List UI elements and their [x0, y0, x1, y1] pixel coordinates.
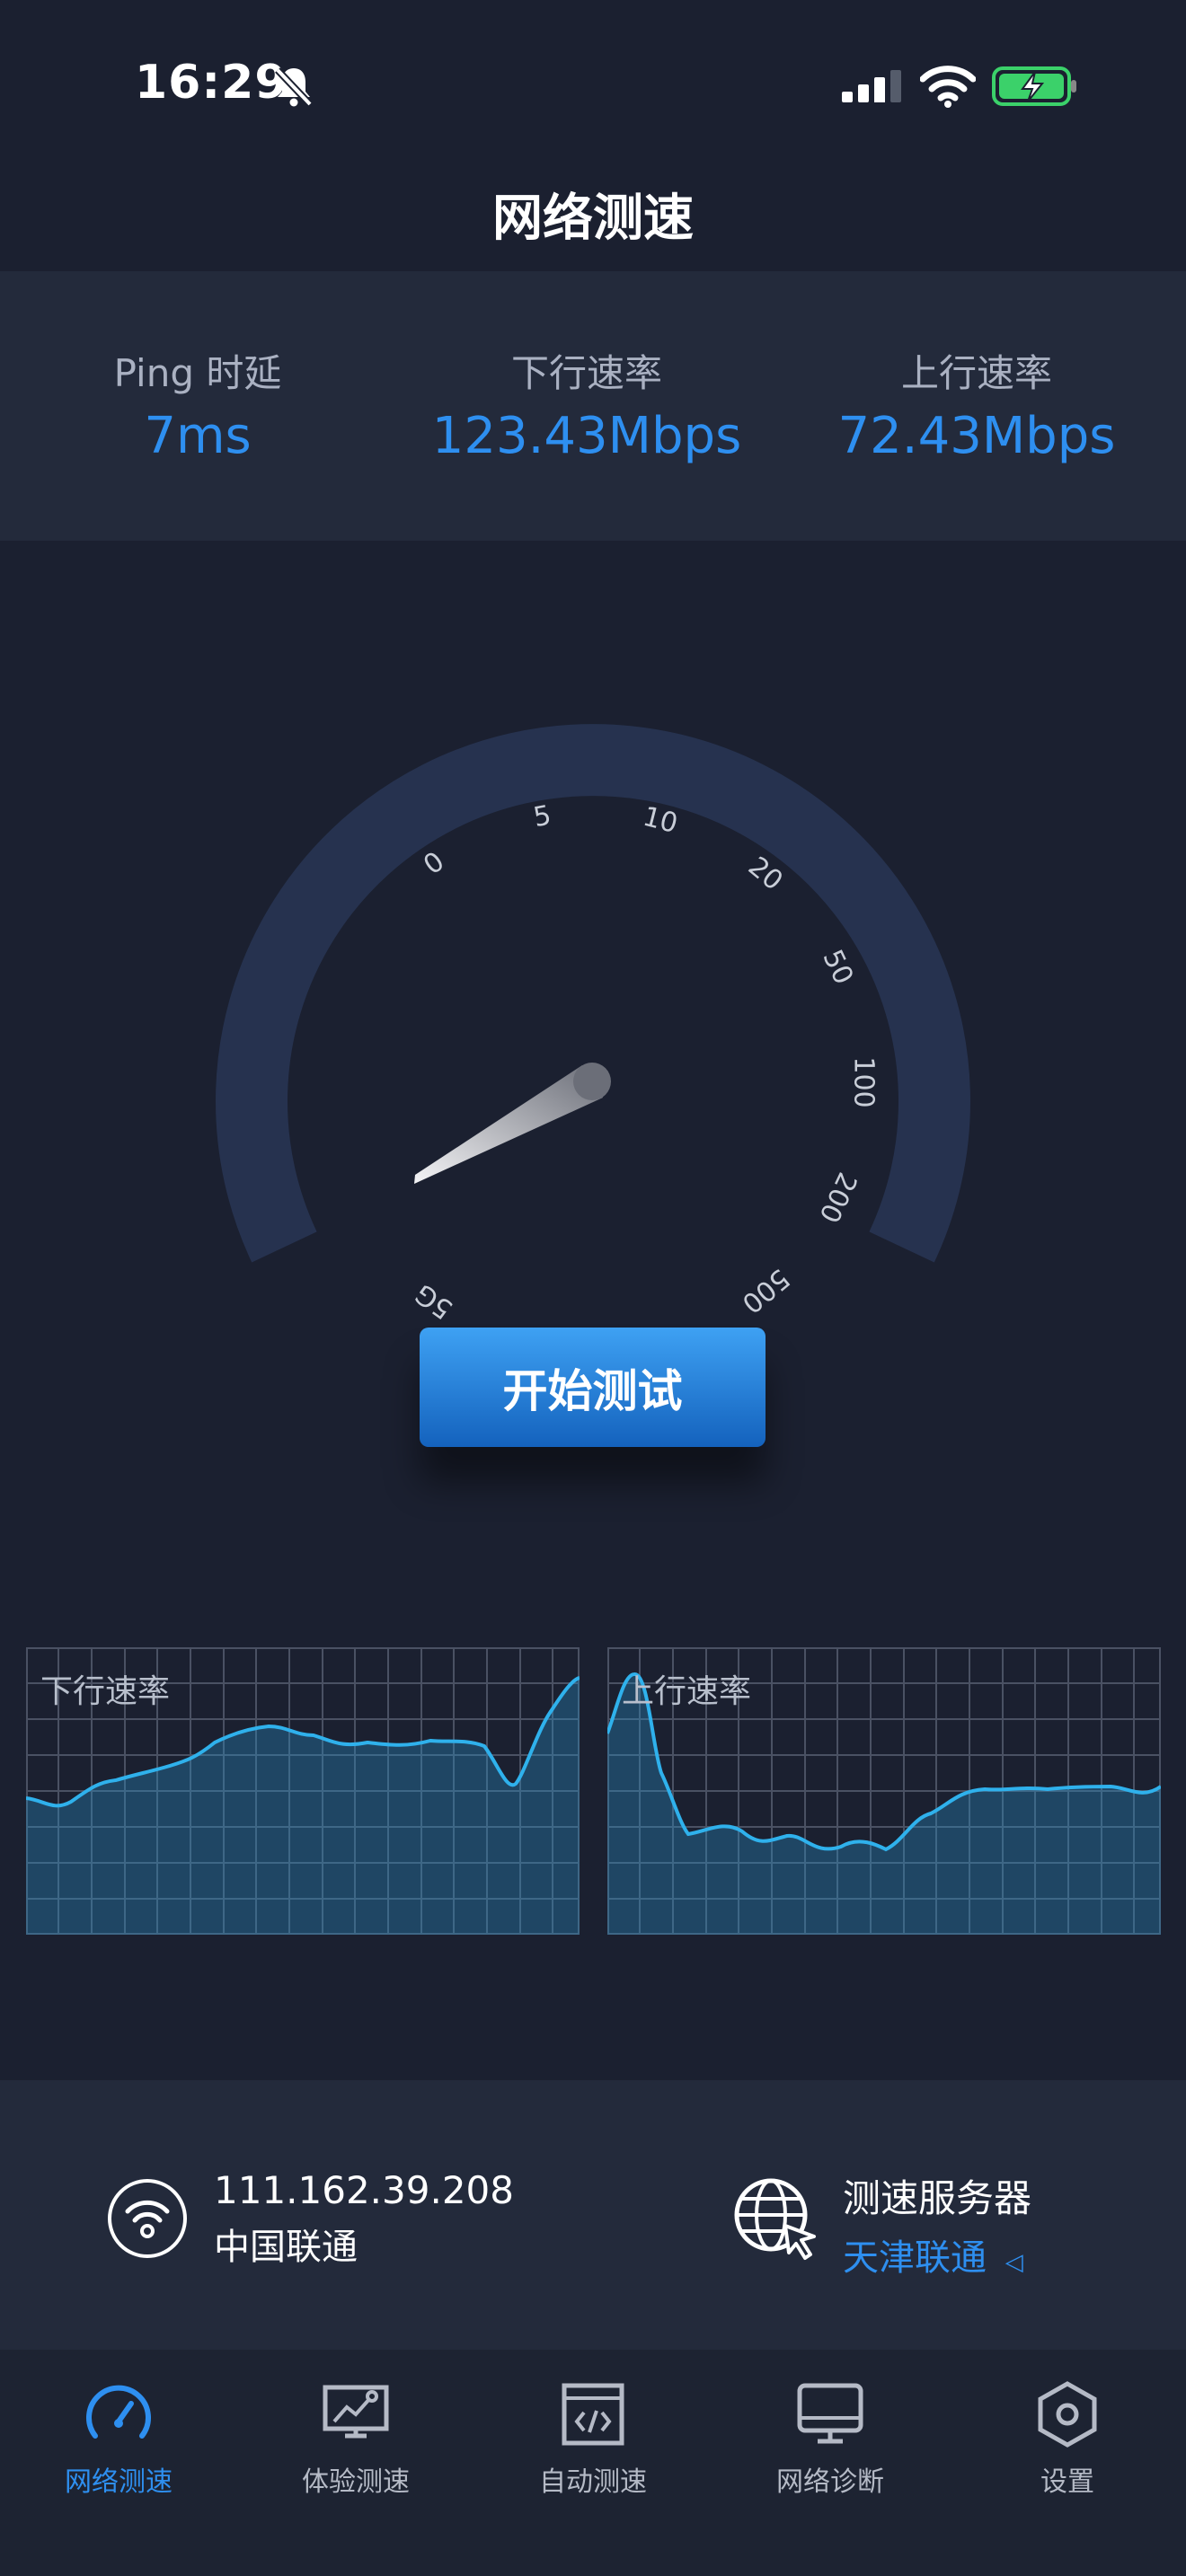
- status-time: 16:29: [135, 56, 288, 110]
- code-window-icon: [562, 2383, 624, 2446]
- tab-label: 网络测速: [65, 2466, 173, 2498]
- tab-settings[interactable]: 设置: [949, 2377, 1186, 2499]
- gauge-scale-label: 50: [816, 945, 859, 989]
- download-chart-area: [26, 1678, 580, 1935]
- chart-monitor-icon: [323, 2385, 389, 2439]
- wifi-circle-icon: [108, 2179, 187, 2258]
- network-info: 111.162.39.208 中国联通: [214, 2168, 514, 2270]
- network-info-panel: 111.162.39.208 中国联通 测速服务器 天津联通 ◁: [0, 2080, 1186, 2350]
- battery-charging-icon: [992, 66, 1076, 106]
- tab-label: 体验测速: [302, 2466, 410, 2498]
- bell-muted-icon: [275, 67, 313, 107]
- speed-gauge: 051020501002005001G2G5G: [216, 724, 970, 1329]
- download-chart-label: 下行速率: [40, 1673, 171, 1710]
- stat-upload: 上行速率 72.43Mbps: [779, 343, 1174, 465]
- gauge-scale-label: 5: [531, 799, 553, 834]
- isp-name: 中国联通: [214, 2227, 358, 2268]
- hexagon-gear-icon: [1038, 2381, 1097, 2448]
- globe-cursor-icon[interactable]: [731, 2175, 818, 2262]
- page-title: 网络测速: [492, 190, 694, 248]
- start-test-button[interactable]: 开始测试: [420, 1328, 766, 1447]
- gauge-scale-label: 5G: [410, 1277, 459, 1325]
- server-selector[interactable]: 天津联通 ◁: [843, 2228, 1031, 2280]
- stat-upload-value: 72.43Mbps: [837, 407, 1116, 465]
- triangle-left-icon: ◁: [1005, 2249, 1023, 2276]
- upload-chart: 上行速率: [606, 1647, 1163, 1935]
- tab-network-diagnosis[interactable]: 网络诊断: [712, 2377, 949, 2499]
- stat-ping-value: 7ms: [144, 407, 252, 465]
- wifi-icon: [920, 66, 976, 108]
- gauge-scale-label: 500: [736, 1262, 795, 1319]
- stats-panel: Ping 时延 7ms 下行速率 123.43Mbps 上行速率 72.43Mb…: [0, 271, 1186, 541]
- server-title: 测速服务器: [843, 2176, 1032, 2220]
- server-name[interactable]: 天津联通: [843, 2237, 987, 2279]
- tab-experience-test[interactable]: 体验测速: [237, 2377, 474, 2499]
- bottom-tab-bar: 网络测速 体验测速 自动测速 网络诊断 设置: [0, 2350, 1186, 2576]
- stat-download: 下行速率 123.43Mbps: [389, 343, 784, 465]
- upload-chart-area: [607, 1673, 1161, 1935]
- stat-ping: Ping 时延 7ms: [0, 343, 395, 465]
- cellular-signal-icon: [842, 70, 901, 102]
- gauge-scale-label: 0: [418, 846, 450, 882]
- ip-address: 111.162.39.208: [214, 2168, 514, 2212]
- stat-ping-label: Ping 时延: [113, 351, 282, 395]
- gauge-scale-label: 200: [812, 1168, 863, 1228]
- tab-speed-test[interactable]: 网络测速: [0, 2377, 237, 2499]
- gauge-needle-hub: [573, 1063, 611, 1100]
- tab-label: 设置: [1040, 2466, 1094, 2498]
- stat-download-value: 123.43Mbps: [431, 407, 742, 465]
- gauge-scale-label: 100: [848, 1056, 880, 1107]
- monitor-icon: [797, 2383, 863, 2444]
- download-chart: 下行速率: [25, 1647, 580, 1935]
- tab-auto-test[interactable]: 自动测速: [474, 2377, 712, 2499]
- tab-label: 网络诊断: [776, 2466, 884, 2498]
- upload-chart-label: 上行速率: [622, 1673, 752, 1710]
- stat-download-label: 下行速率: [510, 351, 662, 395]
- server-info[interactable]: 测速服务器 天津联通 ◁: [843, 2168, 1031, 2280]
- speedometer-icon: [86, 2385, 151, 2439]
- stat-upload-label: 上行速率: [900, 351, 1052, 395]
- tab-label: 自动测速: [539, 2466, 647, 2498]
